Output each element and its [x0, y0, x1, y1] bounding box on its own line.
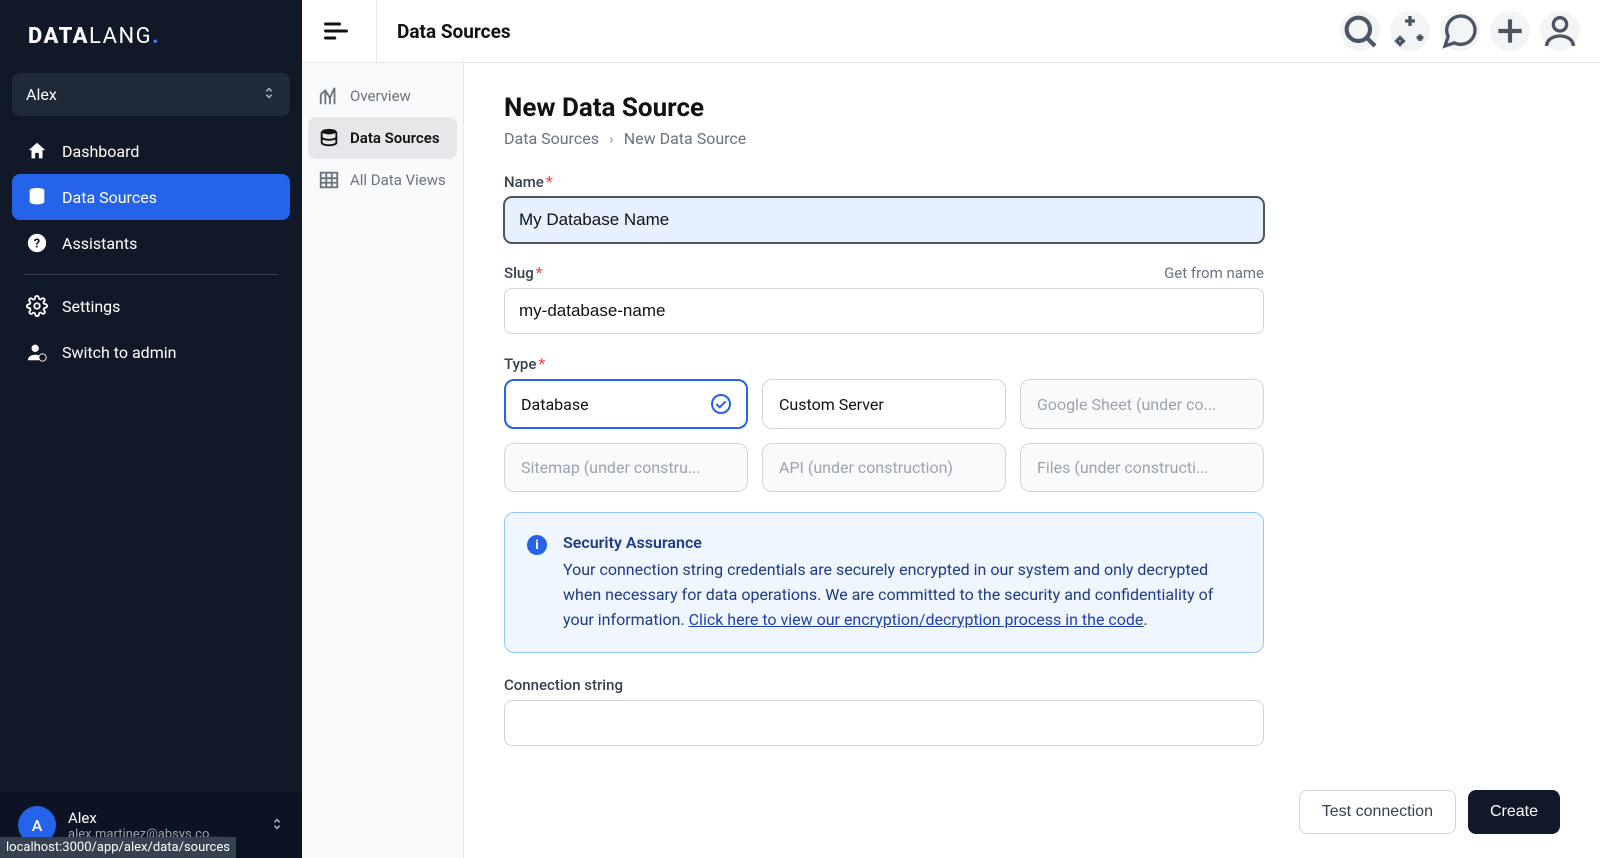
breadcrumb-root[interactable]: Data Sources	[504, 129, 599, 148]
info-icon: i	[527, 535, 547, 555]
connection-label: Connection string	[504, 676, 623, 694]
sparkle-button[interactable]	[1390, 11, 1430, 51]
subnav-all-data-views[interactable]: All Data Views	[308, 159, 457, 201]
slug-label: Slug	[504, 264, 534, 282]
database-icon	[26, 186, 48, 208]
nav-divider	[24, 274, 278, 275]
info-body: Your connection string credentials are s…	[563, 558, 1241, 632]
footer-actions: Test connection Create	[1299, 790, 1560, 834]
menu-toggle-icon[interactable]	[322, 17, 350, 45]
svg-text:?: ?	[34, 237, 40, 252]
slug-input[interactable]	[504, 288, 1264, 334]
field-type: Type* Database Custom Server Google Shee…	[504, 354, 1264, 492]
name-input[interactable]	[504, 197, 1264, 243]
subnav: Overview Data Sources All Data Views	[302, 63, 464, 858]
nav-dashboard-label: Dashboard	[62, 142, 139, 161]
subnav-overview[interactable]: Overview	[308, 75, 457, 117]
subnav-data-sources[interactable]: Data Sources	[308, 117, 457, 159]
type-custom-server-label: Custom Server	[779, 395, 884, 414]
status-url-tooltip: localhost:3000/app/alex/data/sources	[0, 837, 236, 858]
breadcrumb: Data Sources › New Data Source	[504, 129, 1560, 148]
create-button[interactable]: Create	[1468, 790, 1560, 834]
info-body-post: .	[1143, 610, 1147, 629]
home-icon	[26, 140, 48, 162]
type-custom-server[interactable]: Custom Server	[762, 379, 1006, 429]
chevron-updown-icon	[270, 816, 284, 835]
brand-part1: DATA	[28, 24, 89, 49]
nav-switch-admin-label: Switch to admin	[62, 343, 176, 362]
sidebar: DATALANG. Alex Dashboard Data Sources ? …	[0, 0, 302, 858]
type-database-label: Database	[521, 395, 589, 414]
subnav-all-data-views-label: All Data Views	[350, 171, 446, 189]
field-connection: Connection string	[504, 675, 1264, 746]
nav-switch-admin[interactable]: Switch to admin	[12, 329, 290, 375]
type-api[interactable]: API (under construction)	[762, 443, 1006, 492]
check-circle-icon	[711, 394, 731, 414]
nav-settings[interactable]: Settings	[12, 283, 290, 329]
table-icon	[318, 169, 340, 191]
topbar: Data Sources	[302, 0, 1600, 63]
nav-settings-label: Settings	[62, 297, 120, 316]
workspace-selector[interactable]: Alex	[12, 73, 290, 116]
field-slug: Slug* Get from name	[504, 263, 1264, 334]
encryption-link[interactable]: Click here to view our encryption/decryp…	[689, 610, 1144, 629]
profile-button[interactable]	[1540, 11, 1580, 51]
user-switch-icon	[26, 341, 48, 363]
chat-button[interactable]	[1440, 11, 1480, 51]
chart-icon	[318, 85, 340, 107]
type-database[interactable]: Database	[504, 379, 748, 429]
brand-dot: .	[152, 24, 160, 49]
get-from-name-link[interactable]: Get from name	[1164, 264, 1264, 282]
page-title: New Data Source	[504, 93, 1560, 123]
connection-input[interactable]	[504, 700, 1264, 746]
workspace-name: Alex	[26, 85, 57, 104]
type-files-label: Files (under constructi...	[1037, 458, 1209, 477]
test-connection-button[interactable]: Test connection	[1299, 790, 1456, 834]
nav-assistants[interactable]: ? Assistants	[12, 220, 290, 266]
help-icon: ?	[26, 232, 48, 254]
type-api-label: API (under construction)	[779, 458, 953, 477]
nav-data-sources[interactable]: Data Sources	[12, 174, 290, 220]
type-google-sheet[interactable]: Google Sheet (under co...	[1020, 379, 1264, 429]
chevron-right-icon: ›	[609, 129, 614, 148]
chevron-updown-icon	[262, 85, 276, 104]
subnav-overview-label: Overview	[350, 87, 411, 105]
type-sitemap-label: Sitemap (under constru...	[521, 458, 701, 477]
topbar-actions	[1340, 11, 1580, 51]
info-title: Security Assurance	[563, 533, 1241, 552]
security-info-panel: i Security Assurance Your connection str…	[504, 512, 1264, 653]
nav-data-sources-label: Data Sources	[62, 188, 157, 207]
breadcrumb-current: New Data Source	[624, 129, 747, 148]
nav-dashboard[interactable]: Dashboard	[12, 128, 290, 174]
brand-logo: DATALANG.	[0, 0, 302, 73]
search-button[interactable]	[1340, 11, 1380, 51]
type-google-sheet-label: Google Sheet (under co...	[1037, 395, 1216, 414]
gear-icon	[26, 295, 48, 317]
primary-nav: Dashboard Data Sources ? Assistants Sett…	[0, 128, 302, 375]
database-icon	[318, 127, 340, 149]
field-name: Name*	[504, 172, 1264, 243]
subnav-data-sources-label: Data Sources	[350, 129, 440, 147]
page-section-title: Data Sources	[376, 0, 511, 63]
type-label: Type	[504, 355, 536, 373]
user-name: Alex	[68, 809, 258, 827]
type-sitemap[interactable]: Sitemap (under constru...	[504, 443, 748, 492]
main-content: New Data Source Data Sources › New Data …	[464, 63, 1600, 858]
type-files[interactable]: Files (under constructi...	[1020, 443, 1264, 492]
add-button[interactable]	[1490, 11, 1530, 51]
name-label: Name	[504, 173, 544, 191]
nav-assistants-label: Assistants	[62, 234, 137, 253]
brand-part2: LANG	[89, 24, 152, 49]
